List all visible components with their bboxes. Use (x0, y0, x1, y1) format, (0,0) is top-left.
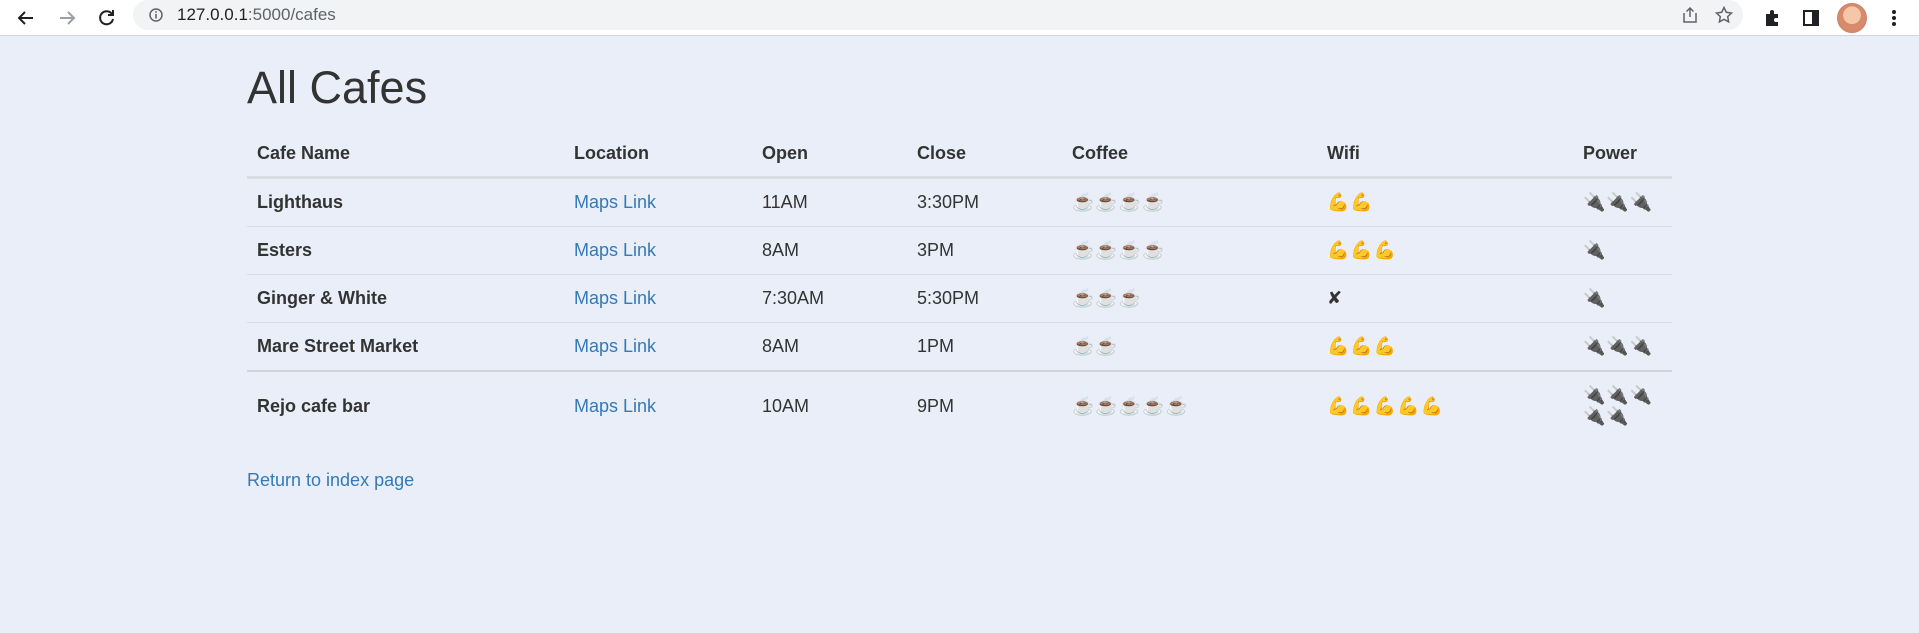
cafes-table: Cafe Name Location Open Close Coffee Wif… (247, 131, 1672, 440)
coffee-rating: ☕☕ (1062, 322, 1317, 371)
share-icon[interactable] (1679, 4, 1701, 26)
table-row: Rejo cafe bar Maps Link 10AM 9PM ☕☕☕☕☕ 💪… (247, 370, 1672, 440)
maps-link[interactable]: Maps Link (574, 240, 656, 260)
power-rating: 🔌🔌🔌 (1573, 322, 1672, 371)
close-time: 3:30PM (917, 192, 980, 212)
coffee-rating: ☕☕☕☕☕ (1062, 370, 1317, 440)
open-time: 10AM (752, 370, 907, 440)
close-time: 3PM (907, 226, 1062, 275)
address-bar[interactable]: 127.0.0.1:5000/cafes (133, 0, 1743, 30)
return-to-index-link[interactable]: Return to index page (247, 470, 414, 491)
url-host: 127.0.0.1 (177, 5, 248, 24)
forward-arrow-icon[interactable] (53, 4, 81, 32)
header-power: Power (1573, 131, 1672, 179)
header-location: Location (564, 131, 752, 179)
power-rating: 🔌 (1573, 274, 1672, 323)
cafe-name: Rejo cafe bar (247, 370, 564, 440)
table-row: Ginger & White Maps Link 7:30AM 5:30PM ☕… (247, 274, 1672, 323)
star-icon[interactable] (1713, 4, 1735, 26)
cafe-name: Ginger & White (247, 274, 564, 323)
coffee-rating: ☕☕☕☕ (1072, 192, 1166, 212)
wifi-rating: 💪💪💪💪💪 (1317, 370, 1573, 440)
side-panel-icon[interactable] (1797, 4, 1825, 32)
maps-link[interactable]: Maps Link (574, 288, 656, 308)
open-time: 8AM (752, 322, 907, 371)
coffee-rating: ☕☕☕ (1062, 274, 1317, 323)
maps-link[interactable]: Maps Link (574, 396, 656, 416)
open-time: 8AM (752, 226, 907, 275)
main-content: All Cafes Cafe Name Location Open Close … (247, 60, 1672, 491)
power-rating: 🔌🔌🔌🔌🔌 (1573, 370, 1672, 440)
table-row: Mare Street Market Maps Link 8AM 1PM ☕☕ … (247, 322, 1672, 371)
cafe-name: Lighthaus (257, 192, 343, 212)
wifi-rating: 💪💪 (1327, 192, 1374, 212)
wifi-rating: ✘ (1317, 274, 1573, 323)
page-title: All Cafes (247, 62, 428, 113)
header-coffee: Coffee (1062, 131, 1317, 179)
coffee-rating: ☕☕☕☕ (1062, 226, 1317, 275)
open-time: 11AM (762, 192, 808, 212)
browser-toolbar: 127.0.0.1:5000/cafes (0, 0, 1919, 36)
table-row: Esters Maps Link 8AM 3PM ☕☕☕☕ 💪💪💪 🔌 (247, 226, 1672, 275)
table-row: Lighthaus Maps Link 11AM 3:30PM ☕☕☕☕ 💪💪 … (247, 178, 1672, 227)
kebab-menu-icon[interactable] (1880, 4, 1908, 32)
cafe-name: Mare Street Market (247, 322, 564, 371)
open-time: 7:30AM (752, 274, 907, 323)
url-path: :5000/cafes (247, 5, 336, 24)
wifi-rating: 💪💪💪 (1317, 322, 1573, 371)
header-open: Open (752, 131, 907, 179)
info-icon[interactable] (147, 6, 165, 24)
power-rating: 🔌🔌🔌 (1583, 192, 1654, 212)
close-time: 1PM (907, 322, 1062, 371)
puzzle-icon[interactable] (1758, 4, 1786, 32)
header-wifi: Wifi (1317, 131, 1573, 179)
power-rating: 🔌 (1573, 226, 1672, 275)
maps-link[interactable]: Maps Link (574, 192, 656, 212)
wifi-rating: 💪💪💪 (1317, 226, 1573, 275)
close-time: 9PM (907, 370, 1062, 440)
close-time: 5:30PM (907, 274, 1062, 323)
profile-avatar[interactable] (1837, 3, 1867, 33)
reload-icon[interactable] (93, 4, 121, 32)
cafe-name: Esters (247, 226, 564, 275)
maps-link[interactable]: Maps Link (574, 336, 656, 356)
header-close: Close (907, 131, 1062, 179)
table-header-row: Cafe Name Location Open Close Coffee Wif… (247, 131, 1672, 179)
header-cafe-name: Cafe Name (247, 131, 564, 179)
url-text[interactable]: 127.0.0.1:5000/cafes (177, 5, 336, 25)
back-arrow-icon[interactable] (12, 4, 40, 32)
